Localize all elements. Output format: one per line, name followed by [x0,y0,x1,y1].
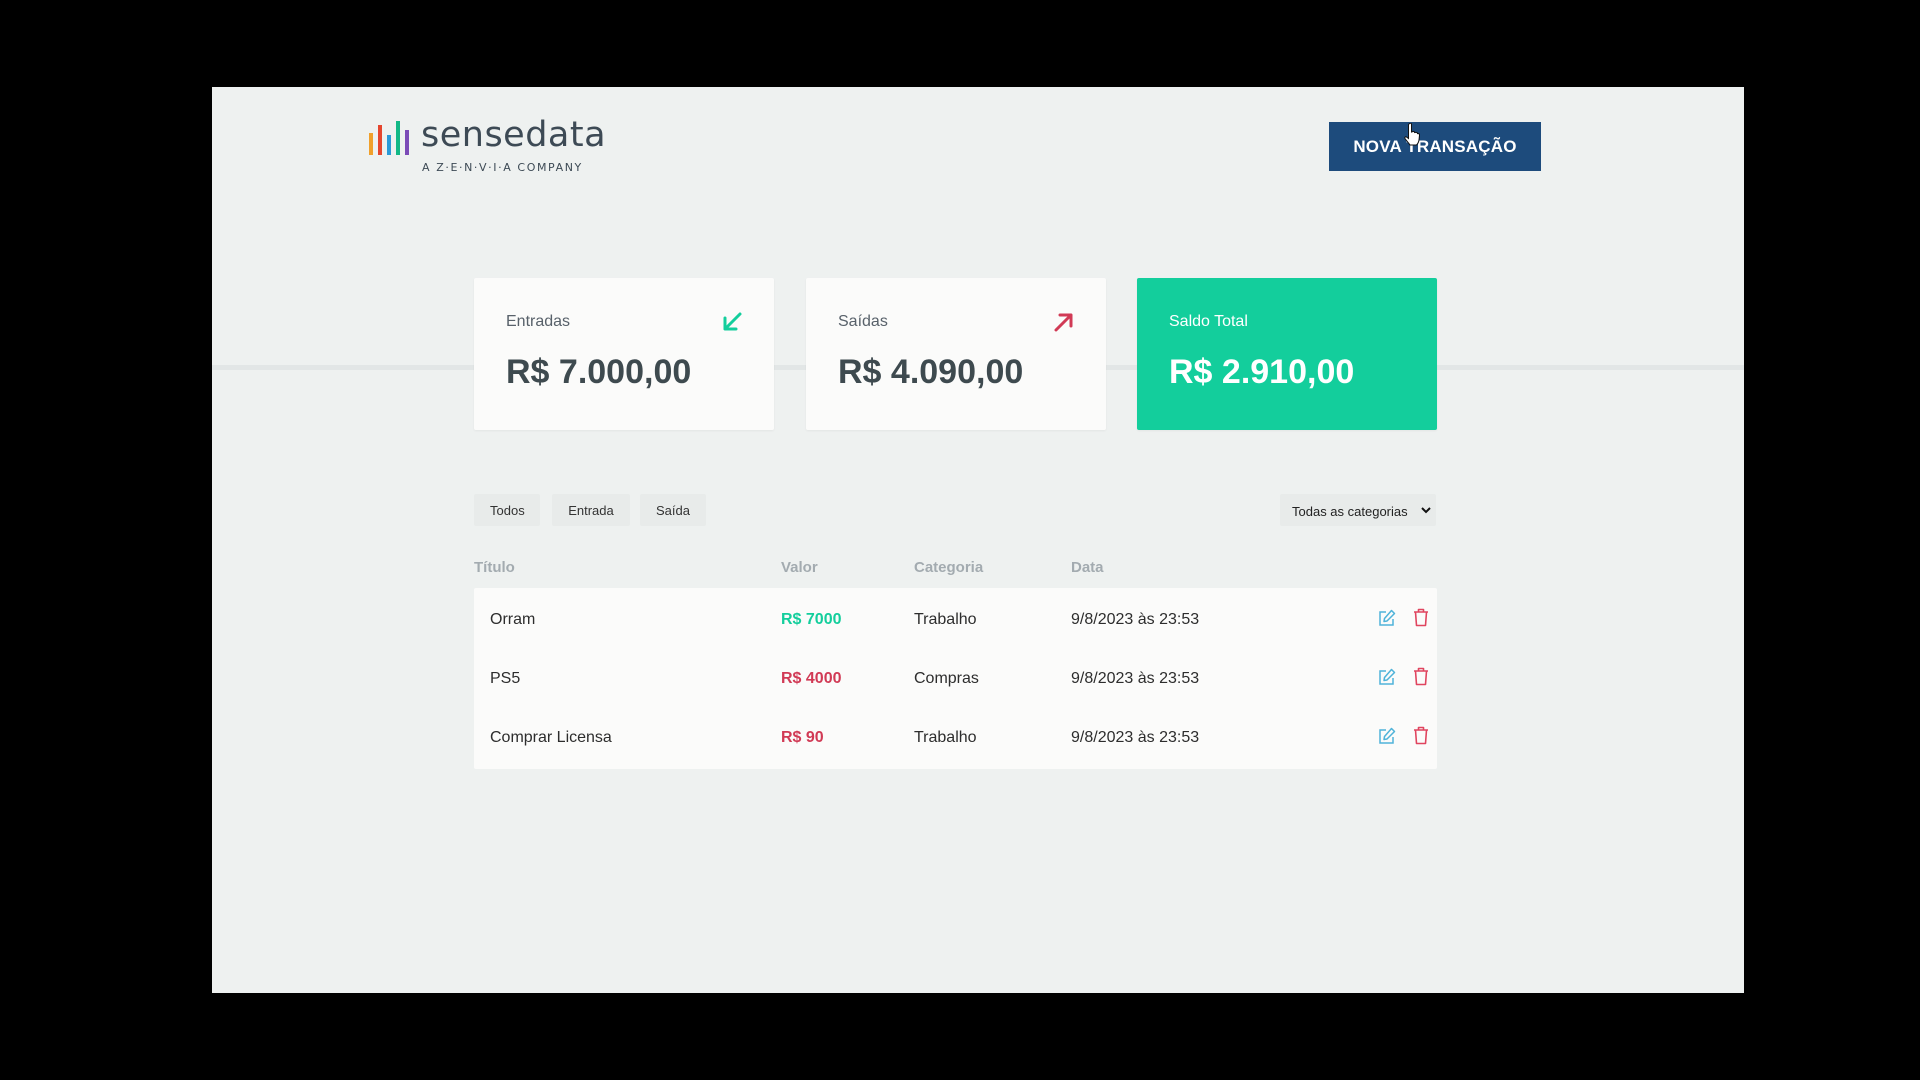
new-transaction-button[interactable]: NOVA TRANSAÇÃO [1329,122,1541,171]
edit-icon[interactable] [1378,609,1396,627]
filter-expense-button[interactable]: Saída [640,494,706,526]
arrow-down-left-icon [723,312,742,331]
expense-label: Saídas [838,313,888,330]
app-window: sensedata A Z·E·N·V·I·A COMPANY NOVA TRA… [212,87,1744,993]
filter-income-button[interactable]: Entrada [552,494,630,526]
total-value: R$ 2.910,00 [1169,353,1355,391]
row-value: R$ 90 [781,729,824,746]
brand-name: sensedata [421,115,607,155]
table-row: Orram R$ 7000 Trabalho 9/8/2023 às 23:53 [474,588,1437,651]
arrow-up-right-icon [1054,313,1073,332]
logo-bars-icon [369,121,409,155]
filter-all-button[interactable]: Todos [474,494,540,526]
column-header-value: Valor [781,559,818,576]
category-select-value: Todas as categorias [1292,504,1408,519]
trash-icon[interactable] [1412,726,1430,745]
chevron-down-icon [1421,507,1431,514]
row-category: Trabalho [914,729,977,746]
row-date: 9/8/2023 às 23:53 [1071,670,1200,687]
row-date: 9/8/2023 às 23:53 [1071,611,1200,628]
income-label: Entradas [506,313,571,330]
trash-icon[interactable] [1412,608,1430,627]
total-balance-card: Saldo Total R$ 2.910,00 [1137,278,1437,430]
sensedata-logo: sensedata A Z·E·N·V·I·A COMPANY [369,115,606,179]
table-row: PS5 R$ 4000 Compras 9/8/2023 às 23:53 [474,647,1437,710]
income-card: Entradas R$ 7.000,00 [474,278,774,430]
category-select[interactable]: Todas as categorias [1280,494,1436,526]
row-title: PS5 [490,670,521,687]
row-category: Compras [914,670,979,687]
edit-icon[interactable] [1378,668,1396,686]
column-header-title: Título [474,559,515,576]
column-header-category: Categoria [914,559,984,576]
row-date: 9/8/2023 às 23:53 [1071,729,1200,746]
row-value: R$ 4000 [781,670,842,687]
expense-value: R$ 4.090,00 [838,353,1024,391]
brand-tagline: A Z·E·N·V·I·A COMPANY [422,161,583,174]
row-category: Trabalho [914,611,977,628]
edit-icon[interactable] [1378,727,1396,745]
hand-pointer-icon [1404,123,1420,146]
expense-card: Saídas R$ 4.090,00 [806,278,1106,430]
income-value: R$ 7.000,00 [506,353,692,391]
row-value: R$ 7000 [781,611,842,628]
row-title: Comprar Licensa [490,729,612,746]
column-header-date: Data [1071,559,1104,576]
total-label: Saldo Total [1169,313,1248,330]
trash-icon[interactable] [1412,667,1430,686]
table-row: Comprar Licensa R$ 90 Trabalho 9/8/2023 … [474,706,1437,769]
row-title: Orram [490,611,536,628]
